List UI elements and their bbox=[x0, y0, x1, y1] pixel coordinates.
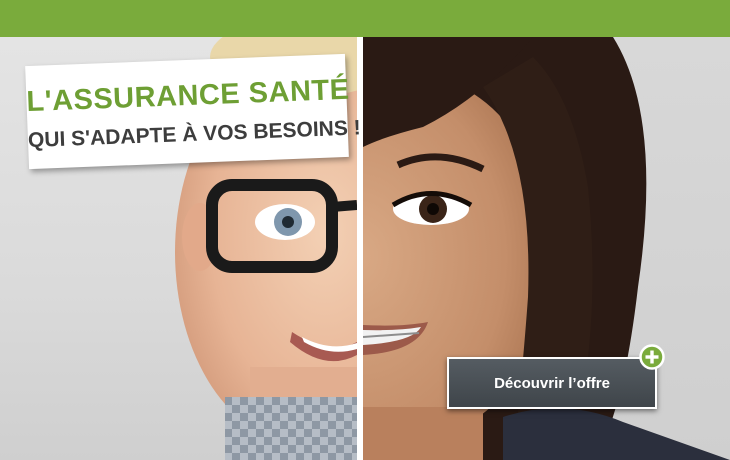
promo-banner: L'ASSURANCE SANTÉ QUI S'ADAPTE À VOS BES… bbox=[0, 0, 730, 460]
discover-offer-label: Découvrir l’offre bbox=[494, 374, 610, 392]
headline-title: L'ASSURANCE SANTÉ bbox=[25, 73, 351, 119]
discover-offer-button[interactable]: Découvrir l’offre bbox=[447, 357, 657, 409]
plus-icon[interactable] bbox=[639, 344, 665, 370]
top-green-bar bbox=[0, 0, 730, 37]
headline-subtitle: QUI S'ADAPTE À VOS BESOINS ! bbox=[27, 116, 362, 153]
headline-card: L'ASSURANCE SANTÉ QUI S'ADAPTE À VOS BES… bbox=[25, 53, 362, 170]
